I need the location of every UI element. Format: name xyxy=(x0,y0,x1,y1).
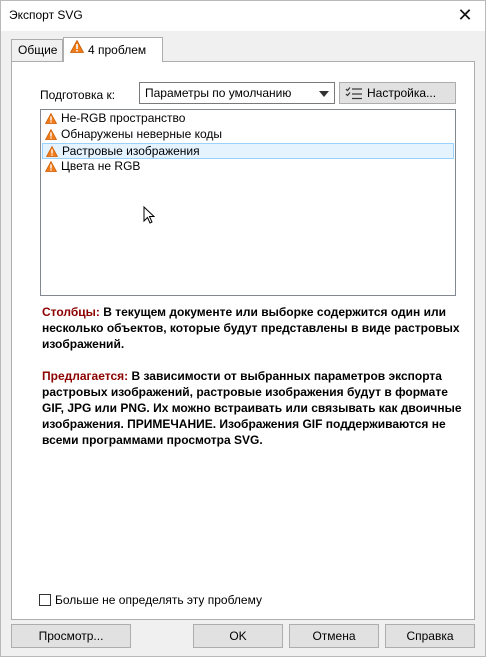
list-item-label: Обнаружены неверные коды xyxy=(61,127,223,141)
list-item[interactable]: Обнаружены неверные коды xyxy=(42,127,454,143)
setup-button-label: Настройка... xyxy=(367,86,437,100)
export-svg-dialog: Экспорт SVG ✕ Общие 4 проблем Подготовка… xyxy=(0,0,486,657)
tab-general-label: Общие xyxy=(18,43,58,57)
tab-general[interactable]: Общие xyxy=(11,39,63,61)
chevron-down-icon xyxy=(319,91,329,97)
window-title: Экспорт SVG xyxy=(9,8,83,22)
preview-button[interactable]: Просмотр... xyxy=(11,624,131,648)
help-button[interactable]: Справка xyxy=(385,624,475,648)
setup-button[interactable]: Настройка... xyxy=(339,82,456,104)
warning-icon xyxy=(44,112,58,128)
prepare-for-dropdown[interactable]: Параметры по умолчанию xyxy=(139,82,335,104)
issue-keyword: Столбцы: xyxy=(42,305,100,319)
list-item-label: Цвета не RGB xyxy=(61,159,141,173)
problem-description: Столбцы: В текущем документе или выборке… xyxy=(42,304,462,448)
problems-list[interactable]: Не-RGB пространство Обнаружены неверные … xyxy=(40,109,456,296)
issue-paragraph: Столбцы: В текущем документе или выборке… xyxy=(42,304,462,352)
cancel-button[interactable]: Отмена xyxy=(289,624,379,648)
list-item-label: Растровые изображения xyxy=(62,144,200,158)
list-item-selected[interactable]: Растровые изображения xyxy=(42,143,454,159)
help-button-label: Справка xyxy=(406,629,454,643)
warning-icon xyxy=(44,160,58,176)
problems-panel: Подготовка к: Параметры по умолчанию Нас… xyxy=(11,61,475,620)
checklist-icon xyxy=(345,86,363,103)
tab-problems-label: 4 проблем xyxy=(88,43,147,57)
issue-text: В текущем документе или выборке содержит… xyxy=(42,305,460,351)
list-item[interactable]: Не-RGB пространство xyxy=(42,111,454,127)
list-item[interactable]: Цвета не RGB xyxy=(42,159,454,175)
tab-problems[interactable]: 4 проблем xyxy=(63,37,163,62)
mouse-pointer-icon xyxy=(143,205,156,227)
ok-button-label: OK xyxy=(229,629,247,643)
warning-icon xyxy=(44,128,58,144)
ok-button[interactable]: OK xyxy=(193,624,283,648)
list-item-label: Не-RGB пространство xyxy=(61,111,186,125)
warning-icon xyxy=(69,37,85,61)
cancel-button-label: Отмена xyxy=(312,629,356,643)
dont-detect-label[interactable]: Больше не определять эту проблему xyxy=(55,593,262,607)
suggestion-paragraph: Предлагается: В зависимости от выбранных… xyxy=(42,368,462,448)
close-icon[interactable]: ✕ xyxy=(455,4,475,26)
preview-button-label: Просмотр... xyxy=(38,629,104,643)
suggestion-keyword: Предлагается: xyxy=(42,369,129,383)
prepare-for-label: Подготовка к: xyxy=(40,88,116,102)
prepare-for-value: Параметры по умолчанию xyxy=(145,86,292,100)
dont-detect-checkbox[interactable] xyxy=(39,594,51,606)
title-bar: Экспорт SVG ✕ xyxy=(1,1,485,31)
